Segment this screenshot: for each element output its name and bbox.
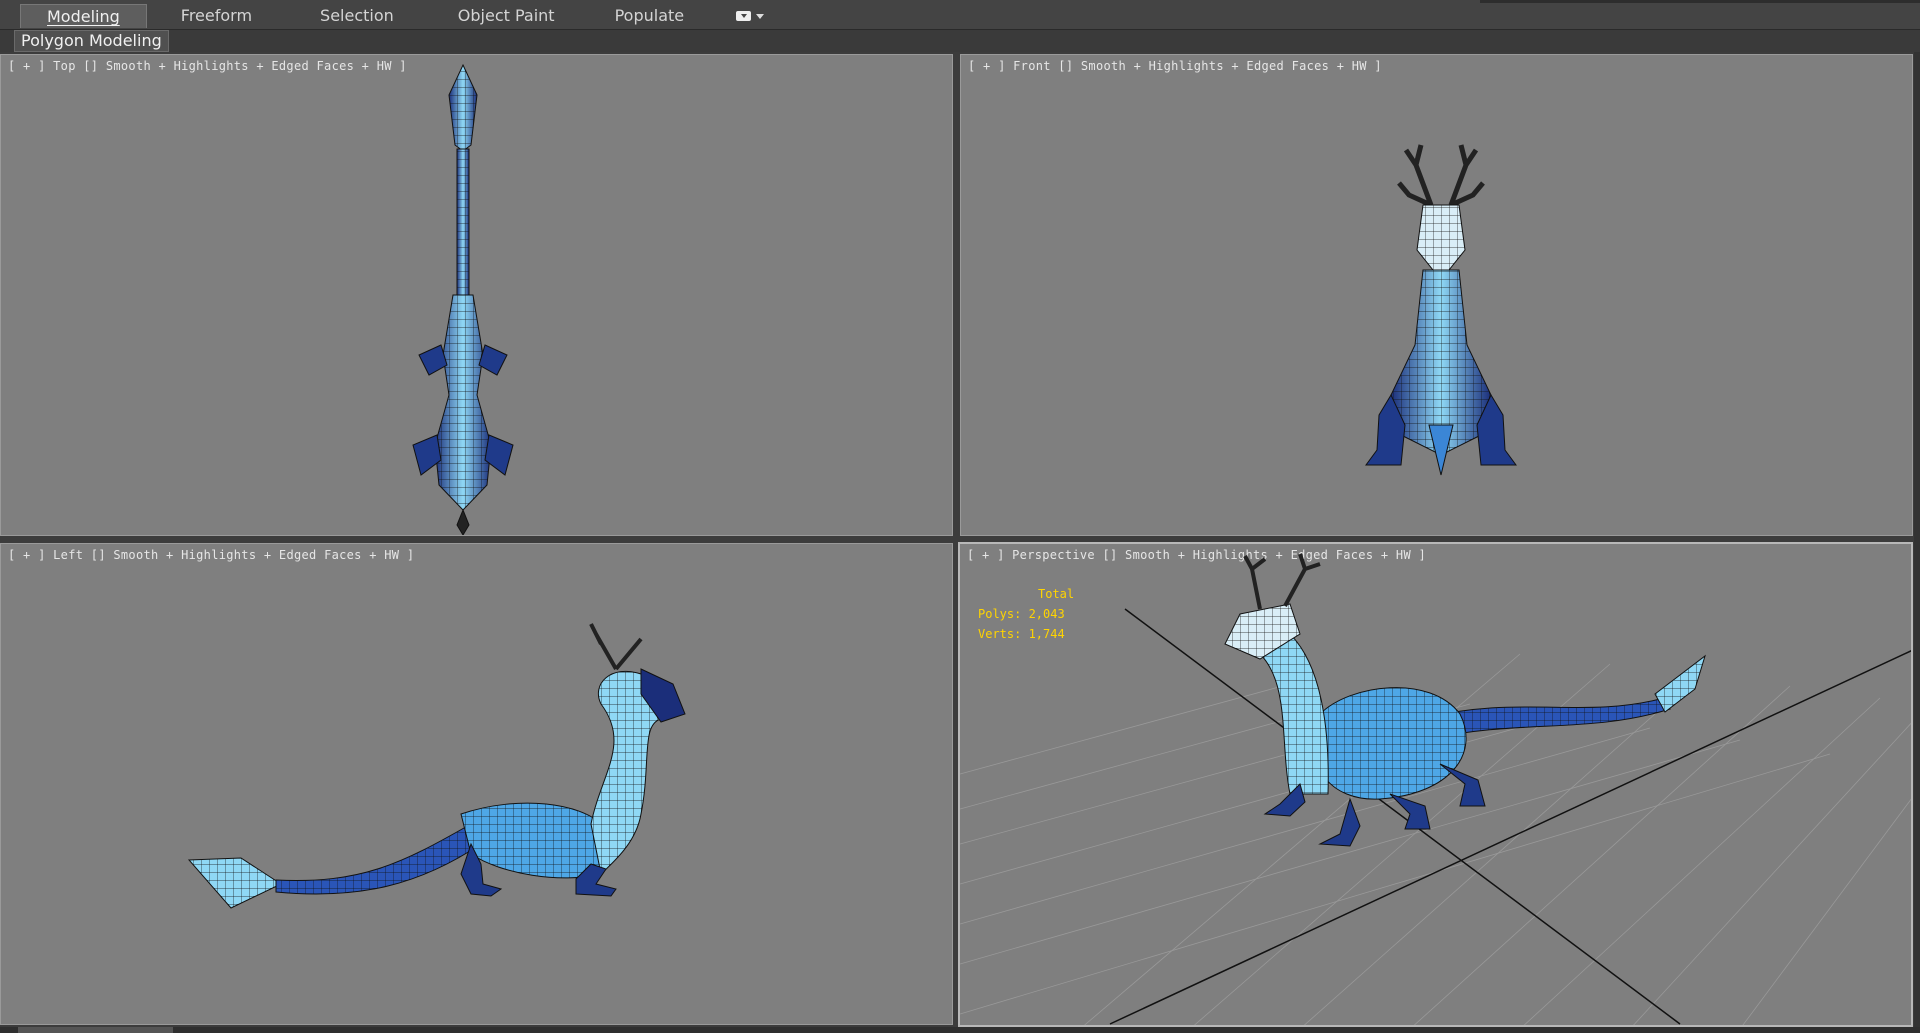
viewport-left[interactable]: [ + ] Left [] Smooth + Highlights + Edge… [0,543,953,1025]
ribbon-options-button[interactable] [728,4,772,28]
viewport-front[interactable]: [ + ] Front [] Smooth + Highlights + Edg… [960,54,1913,536]
viewport-top[interactable]: [ + ] Top [] Smooth + Highlights + Edged… [0,54,953,536]
dragon-wireframe-top [412,63,514,535]
ribbon-options-icon [736,11,752,21]
viewport-perspective[interactable]: [ + ] Perspective [] Smooth + Highlights… [958,542,1913,1027]
right-scroll-strip [1914,52,1920,1033]
ribbon-divider [1480,0,1920,3]
bottom-bar-segment [18,1027,173,1033]
ribbon-bar: Modeling Freeform Selection Object Paint… [0,0,1920,30]
tab-freeform[interactable]: Freeform [147,4,286,28]
bottom-bar [0,1027,1920,1033]
dragon-wireframe-left [187,623,686,909]
tab-object-paint[interactable]: Object Paint [428,4,585,28]
chevron-down-icon [756,13,765,19]
ribbon-panel-row: Polygon Modeling [0,30,1920,52]
world-axis [1109,608,1911,1025]
tab-selection[interactable]: Selection [286,4,428,28]
tab-modeling[interactable]: Modeling [20,4,147,28]
dragon-wireframe-front [1365,144,1517,476]
perspective-scene [960,553,1911,1025]
ribbon-tabs: Modeling Freeform Selection Object Paint… [20,4,772,28]
polygon-modeling-panel[interactable]: Polygon Modeling [14,30,169,52]
tab-populate[interactable]: Populate [585,4,715,28]
